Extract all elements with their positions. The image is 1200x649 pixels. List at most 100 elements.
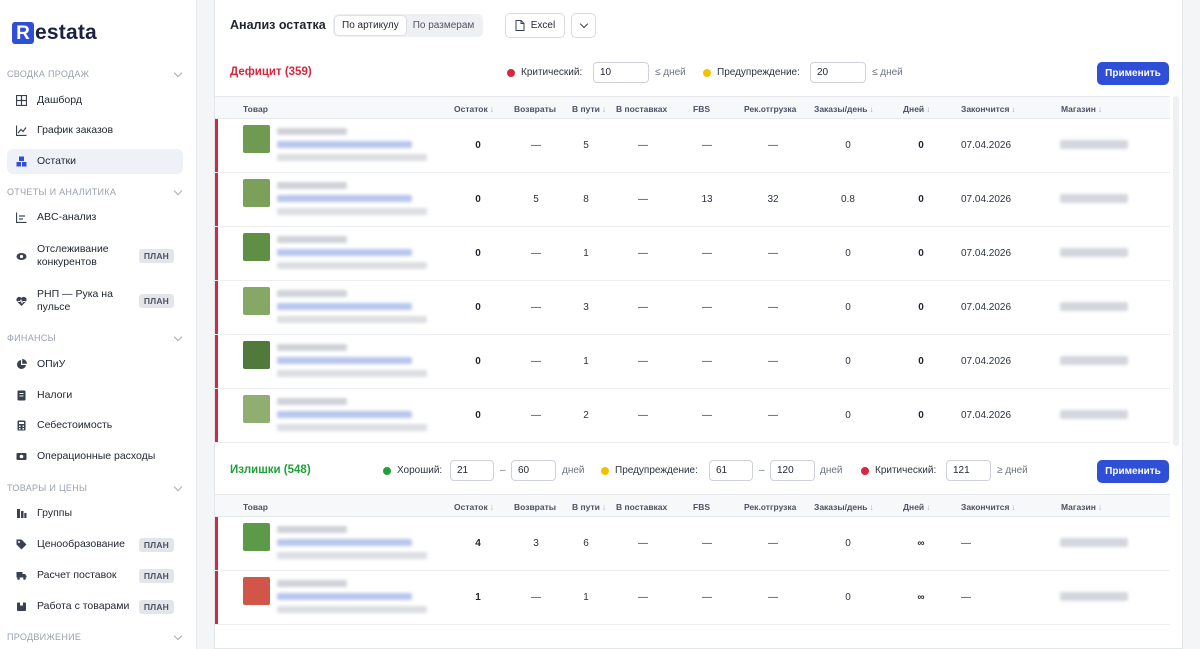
- product-link-redacted[interactable]: [277, 195, 412, 202]
- product-link-redacted[interactable]: [277, 303, 412, 310]
- product-link-redacted[interactable]: [277, 141, 412, 148]
- cell-fbs: —: [702, 592, 712, 603]
- col-transit[interactable]: В пути ↓: [572, 502, 606, 512]
- layers-icon: [16, 508, 27, 519]
- sidebar: R estata СВОДКА ПРОДАЖ Дашборд График за…: [0, 0, 197, 649]
- product-thumbnail[interactable]: [243, 395, 270, 423]
- red-dot-icon: [507, 68, 515, 77]
- surplus-apply-button[interactable]: Применить: [1097, 460, 1169, 483]
- col-transit[interactable]: В пути ↓: [572, 104, 606, 114]
- col-returns[interactable]: Возвраты: [514, 104, 556, 114]
- sidebar-item-cost[interactable]: Себестоимость: [7, 413, 183, 438]
- product-thumbnail[interactable]: [243, 287, 270, 315]
- surplus-good-to-input[interactable]: 60: [511, 460, 556, 481]
- product-thumbnail[interactable]: [243, 341, 270, 369]
- product-thumbnail[interactable]: [243, 179, 270, 207]
- product-thumbnail[interactable]: [243, 577, 270, 605]
- col-store[interactable]: Магазин ↓: [1061, 104, 1102, 114]
- deficit-critical-input[interactable]: 10: [593, 62, 649, 83]
- col-supplies[interactable]: В поставках: [616, 104, 667, 114]
- sidebar-item-pnl[interactable]: ОПиУ: [7, 352, 183, 377]
- table-row[interactable]: 0 — 1 — — — 0 0 07.04.2026: [215, 335, 1170, 389]
- col-ends[interactable]: Закончится ↓: [961, 104, 1016, 114]
- sidebar-item-stock[interactable]: Остатки: [7, 149, 183, 174]
- product-link-redacted[interactable]: [277, 249, 412, 256]
- table-row[interactable]: 0 5 8 — 13 32 0.8 0 07.04.2026: [215, 173, 1170, 227]
- surplus-critical-input[interactable]: 121: [946, 460, 991, 481]
- section-finance-header[interactable]: ФИНАНСЫ: [7, 331, 185, 345]
- product-link-redacted[interactable]: [277, 411, 412, 418]
- excel-label: Excel: [530, 20, 556, 31]
- col-ends[interactable]: Закончится ↓: [961, 502, 1016, 512]
- sidebar-item-orders-chart[interactable]: График заказов: [7, 118, 183, 143]
- sidebar-item-taxes[interactable]: Налоги: [7, 383, 183, 408]
- line-chart-icon: [16, 125, 27, 136]
- col-fbs[interactable]: FBS: [693, 502, 710, 512]
- col-fbs[interactable]: FBS: [693, 104, 710, 114]
- sidebar-item-abc[interactable]: ABC-анализ: [7, 205, 183, 230]
- warn-unit: дней: [820, 465, 843, 476]
- surplus-warning-from-input[interactable]: 61: [709, 460, 753, 481]
- table-row[interactable]: 0 — 5 — — — 0 0 07.04.2026: [215, 119, 1170, 173]
- logo[interactable]: R estata: [12, 21, 97, 45]
- surplus-warning-to-input[interactable]: 120: [770, 460, 815, 481]
- col-rec[interactable]: Рек.отгрузка: [744, 104, 796, 114]
- tab-by-size[interactable]: По размерам: [406, 16, 482, 35]
- sidebar-item-rnp[interactable]: РНП — Рука на пульсе ПЛАН: [7, 285, 183, 317]
- sidebar-item-groups[interactable]: Группы: [7, 501, 183, 526]
- col-stock[interactable]: Остаток ↓: [454, 502, 494, 512]
- surplus-good-from-input[interactable]: 21: [450, 460, 494, 481]
- section-goods-header[interactable]: ТОВАРЫ И ЦЕНЫ: [7, 481, 185, 495]
- section-reports-header[interactable]: ОТЧЕТЫ И АНАЛИТИКА: [7, 185, 185, 199]
- col-store[interactable]: Магазин ↓: [1061, 502, 1102, 512]
- table-scrollbar[interactable]: [1173, 96, 1179, 446]
- warning-unit: ≤ дней: [872, 67, 903, 78]
- export-menu-button[interactable]: [571, 13, 596, 38]
- table-row[interactable]: 0 — 1 — — — 0 0 07.04.2026: [215, 227, 1170, 281]
- tab-by-article[interactable]: По артикулу: [335, 16, 406, 35]
- crit-unit: ≥ дней: [997, 465, 1028, 476]
- col-product[interactable]: Товар: [243, 502, 268, 512]
- table-row[interactable]: 1 — 1 — — — 0 ∞ —: [215, 571, 1170, 625]
- table-row[interactable]: 4 3 6 — — — 0 ∞ —: [215, 517, 1170, 571]
- section-promo-header[interactable]: ПРОДВИЖЕНИЕ: [7, 630, 185, 644]
- table-row[interactable]: 0 — 3 — — — 0 0 07.04.2026: [215, 281, 1170, 335]
- sidebar-item-opex[interactable]: Операционные расходы: [7, 444, 183, 469]
- product-link-redacted[interactable]: [277, 357, 412, 364]
- row-status-bar: [215, 389, 218, 442]
- col-rec[interactable]: Рек.отгрузка: [744, 502, 796, 512]
- cell-supplies: —: [638, 538, 648, 549]
- cell-ends: 07.04.2026: [961, 248, 1012, 259]
- sidebar-item-products[interactable]: Работа с товарами ПЛАН: [7, 594, 183, 619]
- deficit-warning-input[interactable]: 20: [810, 62, 866, 83]
- col-returns[interactable]: Возвраты: [514, 502, 556, 512]
- col-days[interactable]: Дней ↓: [903, 104, 930, 114]
- heart-pulse-icon: [16, 296, 27, 307]
- col-days-label: Дней: [903, 502, 925, 512]
- product-link-redacted[interactable]: [277, 593, 412, 600]
- deficit-critical-filter: Критический:: [507, 67, 582, 78]
- product-thumbnail[interactable]: [243, 523, 270, 551]
- sidebar-item-pricing[interactable]: Ценообразование ПЛАН: [7, 532, 183, 557]
- product-thumbnail[interactable]: [243, 233, 270, 261]
- table-row[interactable]: 0 — 2 — — — 0 0 07.04.2026: [215, 389, 1170, 443]
- cell-supplies: —: [638, 410, 648, 421]
- pie-chart-icon: [16, 359, 27, 370]
- calculator-icon: [16, 420, 27, 431]
- sidebar-item-supply[interactable]: Расчет поставок ПЛАН: [7, 563, 183, 588]
- product-thumbnail[interactable]: [243, 125, 270, 153]
- col-product[interactable]: Товар: [243, 104, 268, 114]
- col-days-label: Дней: [903, 104, 925, 114]
- col-stock[interactable]: Остаток ↓: [454, 104, 494, 114]
- sidebar-item-dashboard[interactable]: Дашборд: [7, 88, 183, 113]
- excel-export-button[interactable]: Excel: [505, 13, 565, 38]
- col-days[interactable]: Дней ↓: [903, 502, 930, 512]
- product-link-redacted[interactable]: [277, 539, 412, 546]
- col-orders[interactable]: Заказы/день ↓: [814, 104, 874, 114]
- deficit-apply-button[interactable]: Применить: [1097, 62, 1169, 85]
- section-sales-header[interactable]: СВОДКА ПРОДАЖ: [7, 67, 185, 81]
- col-orders[interactable]: Заказы/день ↓: [814, 502, 874, 512]
- chevron-down-icon: [173, 482, 183, 491]
- col-supplies[interactable]: В поставках: [616, 502, 667, 512]
- sidebar-item-competitors[interactable]: Отслеживание конкурентов ПЛАН: [7, 240, 183, 272]
